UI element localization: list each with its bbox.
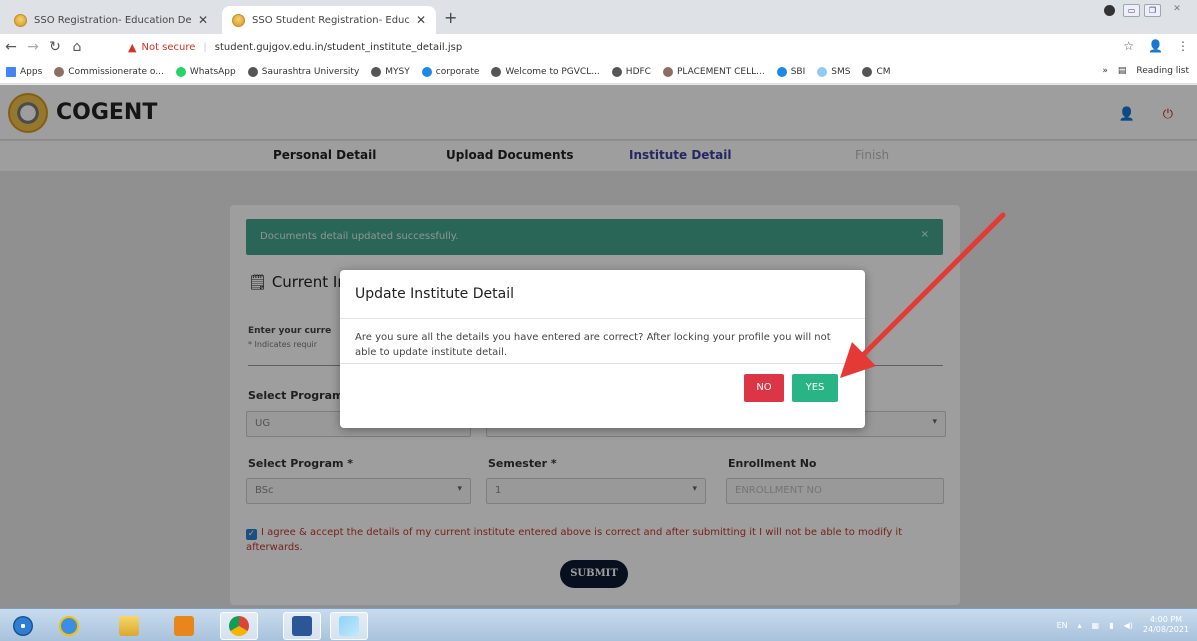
- bookmark-label: Apps: [20, 66, 43, 77]
- site-favicon-icon: [232, 13, 245, 27]
- bookmark-label: HDFC: [625, 66, 651, 77]
- url-text[interactable]: student.gujgov.edu.in/student_institute_…: [215, 42, 462, 53]
- omnibox[interactable]: ▲ Not secure | student.gujgov.edu.in/stu…: [128, 37, 1088, 57]
- bookmark-label: Saurashtra University: [261, 66, 360, 77]
- warning-icon[interactable]: ▲: [128, 41, 136, 54]
- bookmark-item[interactable]: WhatsApp: [170, 66, 242, 77]
- address-bar-row: ← → ↻ ⌂ ▲ Not secure | student.gujgov.ed…: [0, 34, 1197, 60]
- clock[interactable]: 4:00 PM 24/08/2021: [1143, 615, 1189, 635]
- bookmark-favicon-icon: [817, 66, 828, 77]
- divider: [340, 363, 865, 364]
- volume-icon[interactable]: ◀): [1124, 621, 1133, 630]
- bookmark-label: MYSY: [385, 66, 410, 77]
- bookmark-item[interactable]: SBI: [771, 66, 812, 77]
- bookmark-item[interactable]: HDFC: [606, 66, 657, 77]
- address-actions: ☆ 👤 ⋮: [1123, 39, 1189, 53]
- bookmark-item[interactable]: corporate: [416, 66, 486, 77]
- network-icon[interactable]: ▦: [1092, 621, 1100, 630]
- taskbar-ie[interactable]: [50, 612, 88, 640]
- bookmark-favicon-icon: [421, 66, 432, 77]
- windows-taskbar: EN ▴ ▦ ▮ ◀) 4:00 PM 24/08/2021: [0, 608, 1197, 641]
- chrome-icon: [229, 616, 249, 636]
- bookmark-label: corporate: [435, 66, 480, 77]
- site-favicon-icon: [14, 13, 27, 27]
- bookmark-label: SBI: [790, 66, 806, 77]
- word-icon: [292, 616, 312, 636]
- bookmark-item[interactable]: PLACEMENT CELL...: [657, 66, 771, 77]
- signal-icon[interactable]: ▮: [1109, 621, 1113, 630]
- paint-icon: [339, 616, 359, 636]
- folder-icon: [119, 616, 139, 636]
- taskbar-chrome[interactable]: [220, 612, 258, 640]
- profile-icon[interactable]: [1104, 5, 1115, 16]
- bookmark-favicon-icon: [662, 66, 673, 77]
- outlook-icon: [174, 616, 194, 636]
- close-window-icon[interactable]: ✕: [1165, 4, 1189, 17]
- tab-close-icon[interactable]: ✕: [416, 13, 426, 27]
- window-controls: ▭ ❐ ✕: [1104, 4, 1189, 17]
- bookmark-favicon-icon: [491, 66, 502, 77]
- bookmark-label: PLACEMENT CELL...: [676, 66, 765, 77]
- security-label: Not secure: [141, 41, 196, 53]
- bookmark-item[interactable]: Commissionerate o...: [48, 66, 170, 77]
- apps-grid-icon: [6, 66, 16, 77]
- bookmarks-right: » ▤ Reading list: [1102, 66, 1189, 76]
- bookmark-star-icon[interactable]: ☆: [1123, 39, 1134, 53]
- tray-arrow-icon[interactable]: ▴: [1078, 621, 1082, 630]
- bookmark-favicon-icon: [247, 66, 258, 77]
- confirm-modal: Update Institute Detail Are you sure all…: [340, 270, 865, 428]
- no-button[interactable]: NO: [744, 374, 784, 402]
- restore-icon[interactable]: ❐: [1144, 4, 1161, 17]
- bookmark-favicon-icon: [175, 66, 186, 77]
- taskbar-paint[interactable]: [330, 612, 368, 640]
- home-icon[interactable]: ⌂: [66, 39, 88, 55]
- start-button[interactable]: [4, 612, 42, 640]
- internet-explorer-icon: [59, 616, 79, 636]
- back-icon[interactable]: ←: [0, 39, 22, 55]
- bookmark-label: Welcome to PGVCL...: [505, 66, 600, 77]
- bookmark-favicon-icon: [54, 66, 65, 77]
- bookmark-favicon-icon: [776, 66, 787, 77]
- bookmarks-bar: Apps Commissionerate o... WhatsApp Saurasht…: [0, 60, 1197, 84]
- bookmark-item[interactable]: CM: [856, 66, 896, 77]
- browser-tabstrip: SSO Registration- Education Dep ✕ SSO St…: [0, 0, 1197, 34]
- browser-tab-1[interactable]: SSO Registration- Education Dep ✕: [4, 6, 218, 34]
- bookmark-label: SMS: [831, 66, 851, 77]
- bookmarks-overflow-icon[interactable]: »: [1102, 66, 1108, 76]
- tab-close-icon[interactable]: ✕: [198, 13, 208, 27]
- modal-title: Update Institute Detail: [355, 286, 514, 302]
- menu-kebab-icon[interactable]: ⋮: [1177, 39, 1189, 53]
- tab-title: SSO Registration- Education Dep: [34, 14, 191, 26]
- browser-tab-2[interactable]: SSO Student Registration- Educa ✕: [222, 6, 436, 34]
- yes-button[interactable]: YES: [792, 374, 838, 402]
- divider: [340, 318, 865, 319]
- modal-message: Are you sure all the details you have en…: [355, 332, 831, 358]
- taskbar-word[interactable]: [283, 612, 321, 640]
- new-tab-button[interactable]: +: [444, 8, 457, 27]
- account-icon[interactable]: 👤: [1148, 39, 1163, 53]
- tab-title: SSO Student Registration- Educa: [252, 14, 409, 26]
- bookmark-item[interactable]: SMS: [811, 66, 856, 77]
- bookmark-favicon-icon: [371, 66, 382, 77]
- bookmark-favicon-icon: [862, 66, 873, 77]
- bookmark-favicon-icon: [611, 66, 622, 77]
- bookmark-label: WhatsApp: [189, 66, 236, 77]
- bookmark-item[interactable]: Saurashtra University: [242, 66, 366, 77]
- language-indicator[interactable]: EN: [1057, 621, 1068, 630]
- reload-icon[interactable]: ↻: [44, 39, 66, 55]
- bookmark-item[interactable]: Welcome to PGVCL...: [485, 66, 605, 77]
- bookmark-label: Commissionerate o...: [68, 66, 164, 77]
- bookmark-item[interactable]: Apps: [0, 66, 48, 77]
- bookmark-label: CM: [876, 66, 891, 77]
- taskbar-outlook[interactable]: [165, 612, 203, 640]
- bookmark-item[interactable]: MYSY: [365, 66, 415, 77]
- forward-icon[interactable]: →: [22, 39, 44, 55]
- system-tray: EN ▴ ▦ ▮ ◀) 4:00 PM 24/08/2021: [1057, 615, 1189, 635]
- divider: |: [203, 41, 207, 53]
- reading-list-label[interactable]: Reading list: [1136, 66, 1189, 76]
- minimize-icon[interactable]: ▭: [1123, 4, 1140, 17]
- reading-list-icon[interactable]: ▤: [1118, 66, 1127, 76]
- taskbar-explorer[interactable]: [110, 612, 148, 640]
- windows-logo-icon: [13, 616, 33, 636]
